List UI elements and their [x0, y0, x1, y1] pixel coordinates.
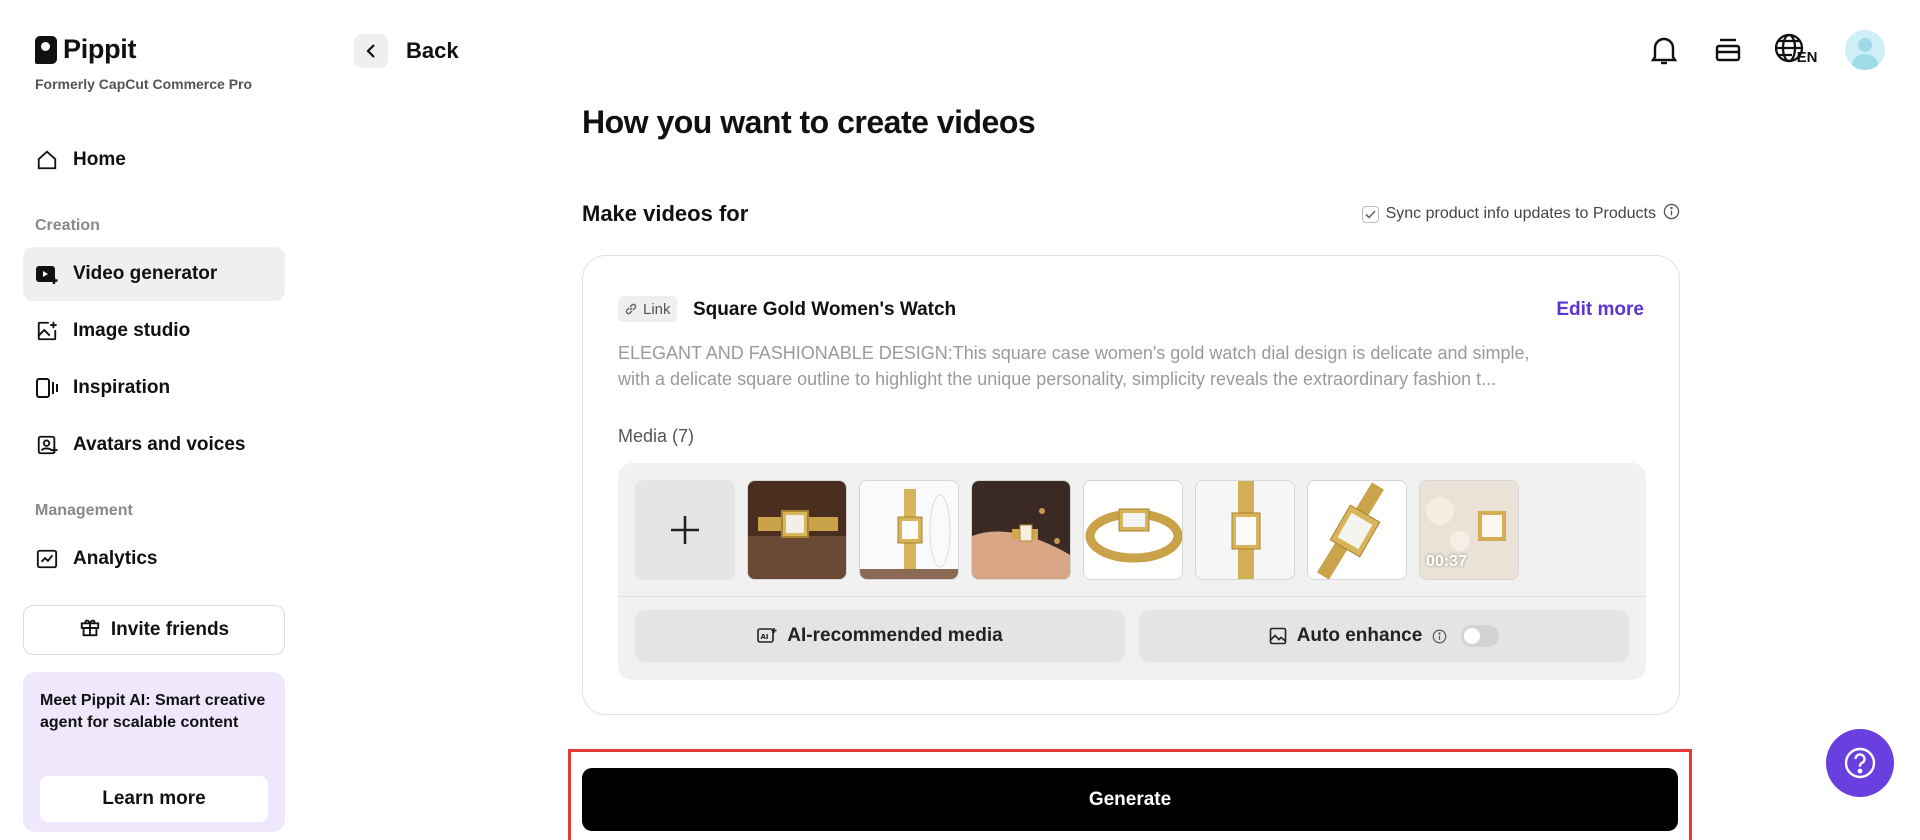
video-thumbnail[interactable]: 00:37: [1419, 480, 1519, 580]
edit-more-button[interactable]: Edit more: [1556, 299, 1644, 321]
generate-button[interactable]: Generate: [582, 768, 1678, 831]
sidebar-item-label: Avatars and voices: [73, 434, 246, 455]
sidebar: Pippit Formerly CapCut Commerce Pro Home…: [0, 0, 310, 840]
invite-friends-label: Invite friends: [110, 619, 230, 640]
sidebar-item-label: Analytics: [73, 548, 158, 569]
top-icons: EN: [1645, 30, 1885, 70]
layers-icon[interactable]: [1709, 31, 1747, 69]
chevron-left-icon: [366, 44, 375, 58]
media-panel: 00:37 AI AI-recommended media Auto enhan…: [618, 463, 1646, 680]
make-videos-for-label: Make videos for: [582, 201, 749, 226]
sidebar-item-label: Image studio: [73, 320, 191, 341]
inspiration-icon: [35, 376, 59, 400]
pippit-logo-icon: [35, 35, 57, 64]
link-chip: Link: [618, 296, 677, 322]
sidebar-item-image-studio[interactable]: Image studio: [23, 304, 285, 358]
sidebar-item-inspiration[interactable]: Inspiration: [23, 361, 285, 415]
add-media-button[interactable]: [635, 480, 735, 580]
brand-name: Pippit: [63, 34, 137, 64]
sidebar-item-label: Video generator: [73, 263, 218, 284]
link-chip-label: Link: [643, 300, 671, 318]
analytics-icon: [35, 547, 59, 571]
learn-more-button[interactable]: Learn more: [40, 776, 268, 822]
pippit-ai-promo-card: Meet Pippit AI: Smart creative agent for…: [23, 672, 285, 832]
question-icon: [1844, 747, 1876, 779]
sync-checkbox[interactable]: [1361, 205, 1379, 223]
ai-media-icon: AI: [757, 628, 777, 643]
svg-text:AI: AI: [761, 633, 769, 641]
auto-enhance-control: Auto enhance: [1139, 610, 1629, 662]
media-label: Media (7): [618, 426, 695, 446]
media-thumbnail[interactable]: [1307, 480, 1407, 580]
brand-subtitle: Formerly CapCut Commerce Pro: [35, 76, 253, 92]
page-title: How you want to create videos: [582, 104, 1036, 140]
bell-icon[interactable]: [1645, 31, 1683, 69]
sidebar-item-label: Home: [73, 149, 126, 170]
divider: [618, 596, 1646, 597]
sidebar-item-video-generator[interactable]: Video generator: [23, 247, 285, 301]
ai-recommended-media-label: AI-recommended media: [787, 625, 1003, 646]
gift-icon: [79, 616, 101, 644]
back-label[interactable]: Back: [406, 38, 459, 64]
home-icon: [35, 148, 59, 172]
media-row: 00:37: [635, 480, 1519, 580]
link-icon: [625, 303, 637, 315]
sidebar-item-analytics[interactable]: Analytics: [23, 532, 285, 586]
auto-enhance-label: Auto enhance: [1296, 625, 1423, 646]
brand-logo[interactable]: Pippit: [35, 34, 137, 65]
video-duration: 00:37: [1426, 553, 1467, 570]
sync-product-info[interactable]: Sync product info updates to Products: [1361, 203, 1680, 225]
image-plus-icon: [35, 319, 59, 343]
info-icon[interactable]: [1432, 629, 1447, 644]
promo-text: Meet Pippit AI: Smart creative agent for…: [40, 692, 266, 731]
help-button[interactable]: [1826, 729, 1894, 797]
avatar[interactable]: [1845, 30, 1885, 70]
globe-language-icon[interactable]: EN: [1773, 31, 1819, 69]
info-icon[interactable]: [1663, 203, 1680, 225]
media-thumbnail[interactable]: [1083, 480, 1183, 580]
sidebar-item-avatars-voices[interactable]: Avatars and voices: [23, 418, 285, 472]
language-badge: EN: [1796, 48, 1818, 66]
sidebar-item-home[interactable]: Home: [23, 133, 285, 187]
invite-friends-button[interactable]: Invite friends: [23, 605, 285, 655]
ai-recommended-media-button[interactable]: AI AI-recommended media: [635, 610, 1125, 662]
sidebar-item-label: Inspiration: [73, 377, 171, 398]
image-icon: [1269, 627, 1286, 645]
check-icon: [1365, 209, 1376, 219]
avatar-voice-icon: [35, 433, 59, 457]
product-card: Link Square Gold Women's Watch Edit more…: [582, 255, 1680, 715]
section-label-management: Management: [35, 502, 133, 519]
product-description: ELEGANT AND FASHIONABLE DESIGN:This squa…: [618, 343, 1530, 389]
media-thumbnail[interactable]: [971, 480, 1071, 580]
auto-enhance-toggle[interactable]: [1461, 625, 1500, 647]
section-label-creation: Creation: [35, 217, 100, 234]
plus-icon: [671, 516, 699, 544]
media-thumbnail[interactable]: [1195, 480, 1295, 580]
sync-label: Sync product info updates to Products: [1385, 205, 1656, 222]
video-plus-icon: [35, 262, 59, 286]
product-name: Square Gold Women's Watch: [693, 299, 957, 320]
media-thumbnail[interactable]: [747, 480, 847, 580]
media-thumbnail[interactable]: [859, 480, 959, 580]
back-button[interactable]: [354, 34, 388, 68]
